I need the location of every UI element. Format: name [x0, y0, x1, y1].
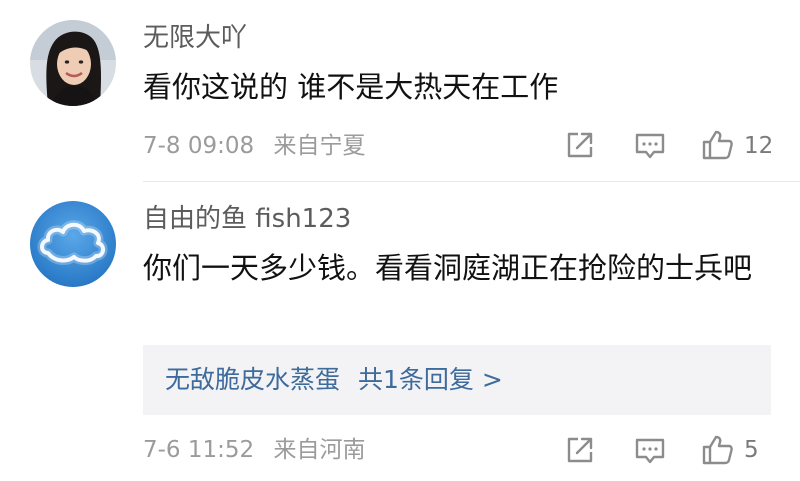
username[interactable]: 无限大吖: [143, 20, 247, 56]
avatar[interactable]: [30, 201, 116, 287]
portrait-avatar-icon: [30, 20, 116, 106]
cloud-sky-avatar-icon: [30, 201, 116, 287]
thumbs-up-icon: [702, 435, 733, 465]
like-count: 12: [744, 133, 774, 159]
reply-button[interactable]: [632, 127, 668, 163]
reply-count-link[interactable]: 共1条回复 >: [358, 362, 503, 398]
like-count: 5: [744, 437, 759, 463]
like-button[interactable]: [700, 432, 736, 468]
comment-item: 自由的鱼 fish123 你们一天多少钱。看看洞庭湖正在抢险的士兵吧 无敌脆皮水…: [0, 181, 800, 481]
location: 来自宁夏: [273, 133, 366, 159]
like-button[interactable]: [700, 127, 736, 163]
reply-button[interactable]: [632, 432, 668, 468]
avatar[interactable]: [30, 20, 116, 106]
reply-summary[interactable]: 无敌脆皮水蒸蛋 共1条回复 >: [165, 362, 503, 398]
username[interactable]: 自由的鱼 fish123: [143, 201, 351, 237]
location: 来自河南: [273, 437, 366, 463]
comment-meta: 7-8 09:08 来自宁夏: [143, 130, 365, 162]
reply-icon: [635, 133, 665, 159]
thumbs-up-icon: [702, 130, 733, 160]
comment-text: 看你这说的 谁不是大热天在工作: [143, 70, 559, 104]
share-icon: [567, 437, 593, 463]
share-button[interactable]: [562, 127, 598, 163]
comment-text: 你们一天多少钱。看看洞庭湖正在抢险的士兵吧: [143, 251, 753, 285]
reply-preview[interactable]: 无敌脆皮水蒸蛋 共1条回复 >: [143, 345, 771, 415]
reply-icon: [635, 438, 665, 464]
timestamp: 7-6 11:52: [143, 437, 255, 463]
timestamp: 7-8 09:08: [143, 133, 255, 159]
share-icon: [567, 132, 593, 158]
comment-meta: 7-6 11:52 来自河南: [143, 434, 365, 466]
share-button[interactable]: [562, 432, 598, 468]
comment-item: 无限大吖 看你这说的 谁不是大热天在工作 7-8 09:08 来自宁夏 12: [0, 0, 800, 181]
reply-author[interactable]: 无敌脆皮水蒸蛋: [165, 362, 340, 398]
